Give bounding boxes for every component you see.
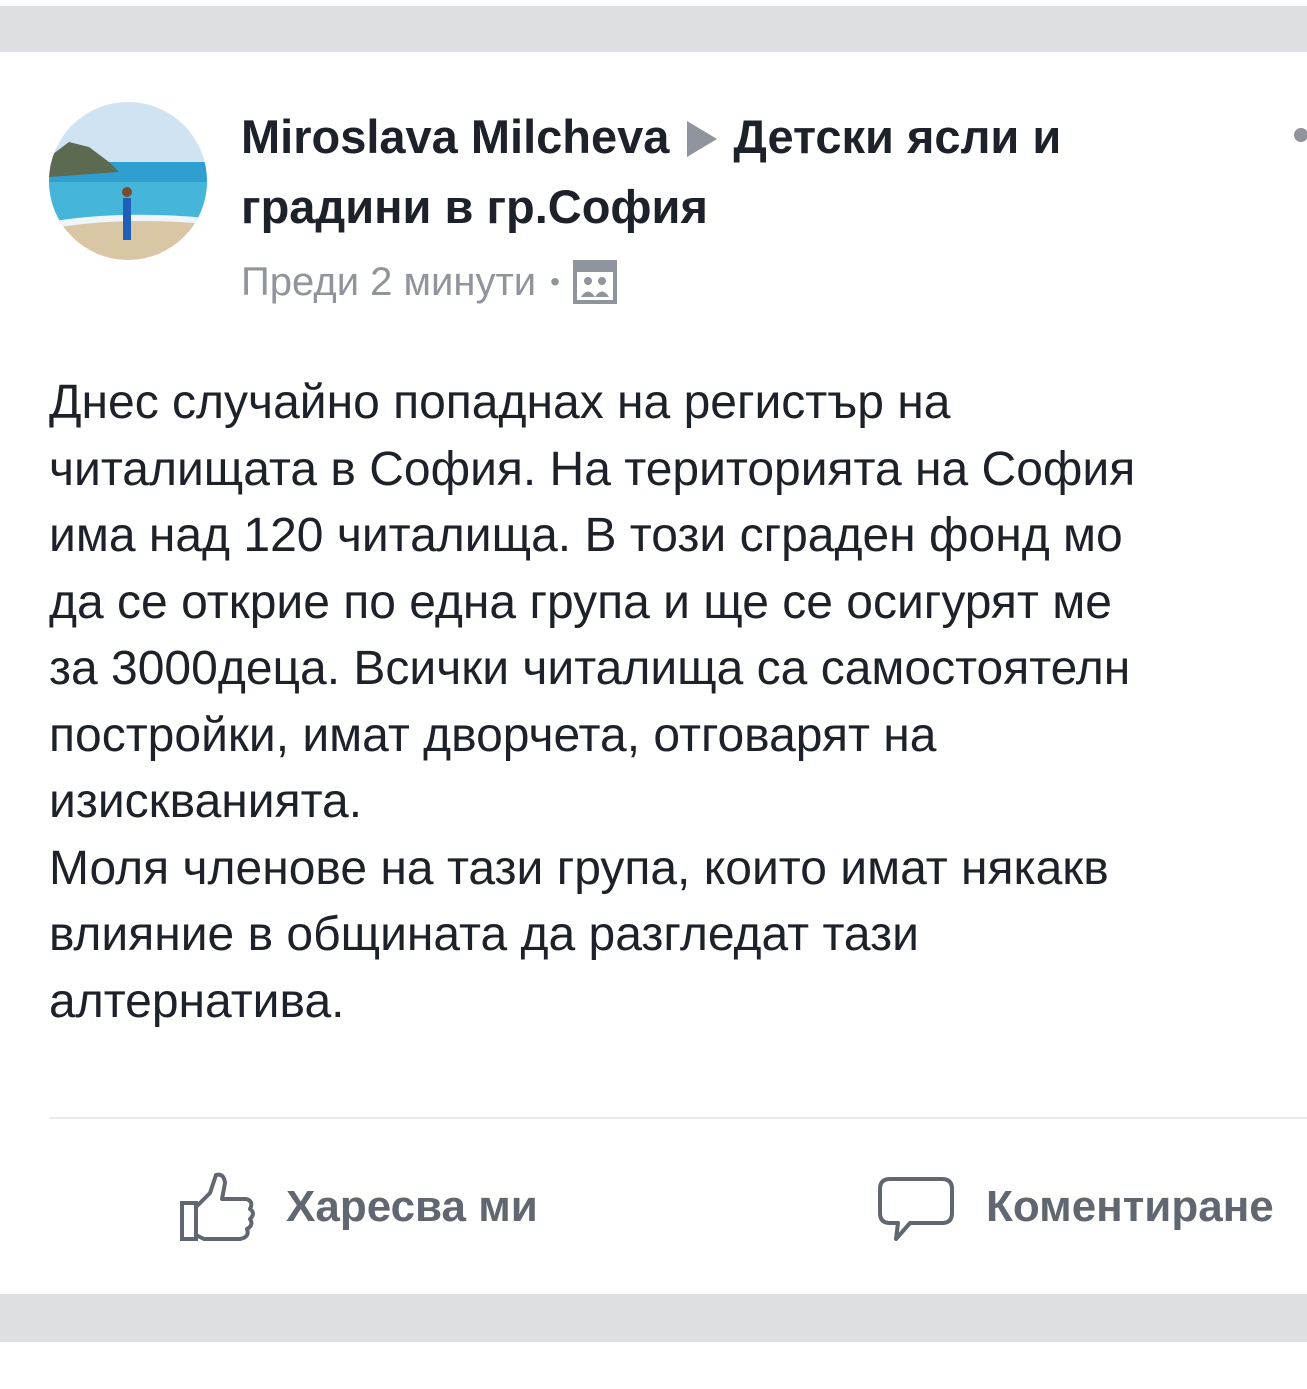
group-name-link[interactable]: Детски ясли и <box>733 110 1061 163</box>
thumbs-up-icon <box>180 1172 255 1241</box>
post-body-line: Днес случайно попаднах на регистър на <box>49 376 951 429</box>
post-body-line: влияние в общината да разгледат тази <box>49 908 919 961</box>
post-body-line: Моля членове на тази група, които имат н… <box>49 841 1109 895</box>
meta-separator: • <box>550 266 560 297</box>
post-body-line: постройки, имат дворчета, отговарят на <box>49 708 937 762</box>
feed-post: Miroslava Milcheva Детски ясли и градини … <box>0 52 1307 1294</box>
comment-button[interactable]: Коментиране <box>876 1162 1274 1252</box>
group-name-link-continued[interactable]: градини в гр.София <box>241 172 1241 242</box>
comment-bubble-icon <box>878 1177 954 1241</box>
post-body-line: за 3000деца. Всички читалища са самостоя… <box>49 642 1131 695</box>
comment-label: Коментиране <box>986 1182 1274 1231</box>
post-divider <box>49 1117 1307 1119</box>
group-icon <box>572 259 618 305</box>
avatar-photo <box>49 102 207 260</box>
feed-separator-top <box>0 0 1307 52</box>
post-body-line: има над 120 читалища. В този сграден фон… <box>49 509 1123 562</box>
feed-separator-strip <box>0 6 1307 52</box>
post-timestamp[interactable]: Преди 2 минути <box>241 252 536 312</box>
post-body-line: изискванията. <box>49 775 363 828</box>
right-arrow-icon <box>687 121 718 157</box>
post-header-title: Miroslava Milcheva Детски ясли и градини … <box>241 102 1241 242</box>
post-body-line: алтернатива. <box>49 974 345 1028</box>
like-button[interactable]: Харесва ми <box>176 1162 538 1252</box>
post-meta: Преди 2 минути • <box>241 252 618 312</box>
post-body-line: читалищата в София. На територията на Со… <box>49 442 1136 496</box>
feed-separator-bottom <box>0 1294 1307 1342</box>
author-name-link[interactable]: Miroslava Milcheva <box>241 110 669 163</box>
more-options-icon[interactable] <box>1294 128 1307 142</box>
like-label: Харесва ми <box>286 1182 538 1231</box>
post-body: Днес случайно попаднах на регистър на чи… <box>49 370 1307 1035</box>
post-body-line: да се открие по една група и ще се осигу… <box>49 575 1112 629</box>
avatar[interactable] <box>49 102 207 260</box>
